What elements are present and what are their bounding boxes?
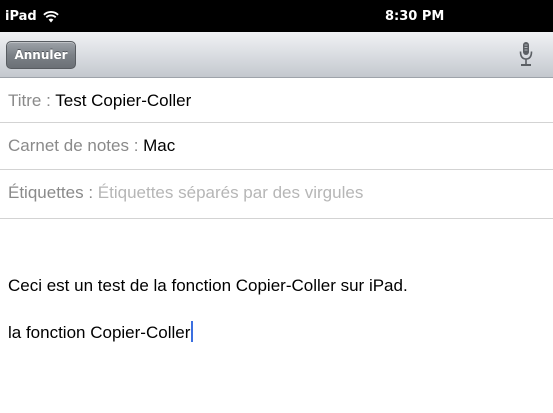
status-bar: iPad 8:30 PM xyxy=(0,0,553,32)
notebook-field[interactable]: Carnet de notes : Mac xyxy=(0,123,553,170)
tags-input[interactable]: Étiquettes séparés par des virgules xyxy=(98,183,364,202)
note-line-2-text[interactable]: la fonction Copier-Coller xyxy=(8,323,190,342)
note-line-1[interactable]: Ceci est un test de la fonction Copier-C… xyxy=(8,276,408,296)
notebook-value[interactable]: Mac xyxy=(143,136,175,155)
microphone-icon[interactable] xyxy=(518,40,534,70)
wifi-icon xyxy=(42,10,59,23)
toolbar: Annuler xyxy=(0,32,553,78)
note-line-2[interactable]: la fonction Copier-Coller xyxy=(8,321,194,343)
title-field[interactable]: Titre : Test Copier-Coller xyxy=(0,79,553,123)
status-time: 8:30 PM xyxy=(385,9,445,24)
text-cursor xyxy=(191,321,194,342)
cancel-button[interactable]: Annuler xyxy=(6,41,76,69)
device-name: iPad xyxy=(5,9,37,24)
status-left: iPad xyxy=(5,9,59,24)
notebook-label: Carnet de notes : xyxy=(8,136,144,155)
title-label: Titre : xyxy=(8,91,56,110)
tags-label: Étiquettes : xyxy=(8,183,98,202)
title-value[interactable]: Test Copier-Coller xyxy=(55,91,191,110)
tags-field[interactable]: Étiquettes : Étiquettes séparés par des … xyxy=(0,170,553,219)
